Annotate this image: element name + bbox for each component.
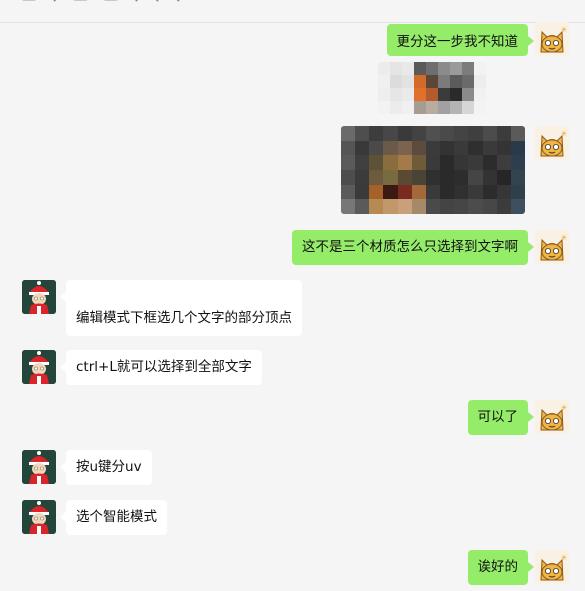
message-bubble-5[interactable]: ctrl+L就可以选择到全部文字 (60, 350, 262, 385)
message-text-9: 诶好的 (477, 559, 519, 575)
message-bubble-6[interactable]: 可以了 (467, 400, 534, 435)
message-text-3: 这不是三个材质怎么只选择到文字啊 (302, 239, 518, 255)
chat-header: 一 · 一 一 · · · (0, 0, 585, 23)
blurred-image-icon (378, 62, 486, 114)
image-message-1[interactable] (378, 62, 486, 114)
my-avatar[interactable]: ✳ (535, 550, 569, 584)
contact-avatar[interactable] (22, 280, 56, 314)
message-bubble-8[interactable]: 选个智能模式 (60, 500, 167, 535)
message-text-5: ctrl+L就可以选择到全部文字 (76, 359, 252, 375)
message-bubble-7[interactable]: 按u键分uv (60, 450, 152, 485)
chat-window: 一 · 一 一 · · · 更分这一步我不知道 ✳ ✳ 这不是三个材质怎么只选择… (0, 0, 585, 591)
cat-avatar-icon: ✳ (535, 22, 569, 56)
contact-avatar[interactable] (22, 450, 56, 484)
contact-avatar[interactable] (22, 500, 56, 534)
message-bubble-9[interactable]: 诶好的 (467, 550, 534, 585)
contact-avatar[interactable] (22, 350, 56, 384)
santa-avatar-icon (22, 280, 56, 314)
my-avatar[interactable]: ✳ (535, 126, 569, 160)
svg-text:✳: ✳ (561, 26, 567, 34)
my-avatar[interactable]: ✳ (535, 230, 569, 264)
chat-title: 一 · 一 一 · · · (22, 0, 187, 9)
image-message-2[interactable] (341, 126, 525, 214)
svg-text:✳: ✳ (561, 404, 567, 412)
santa-avatar-icon (22, 500, 56, 534)
santa-avatar-icon (22, 350, 56, 384)
svg-text:✳: ✳ (561, 234, 567, 242)
blurred-image-icon (341, 126, 525, 214)
message-text-6: 可以了 (477, 409, 519, 425)
message-bubble-0[interactable]: 更分这一步我不知道 (386, 24, 534, 56)
message-text-8: 选个智能模式 (76, 509, 157, 525)
message-text-4: 编辑模式下框选几个文字的部分顶点 (76, 310, 292, 326)
svg-text:✳: ✳ (561, 130, 567, 138)
cat-avatar-icon: ✳ (535, 400, 569, 434)
message-text-7: 按u键分uv (76, 459, 142, 475)
cat-avatar-icon: ✳ (535, 126, 569, 160)
message-bubble-4[interactable]: 编辑模式下框选几个文字的部分顶点 (60, 280, 302, 336)
santa-avatar-icon (22, 450, 56, 484)
message-text-0: 更分这一步我不知道 (396, 34, 519, 50)
cat-avatar-icon: ✳ (535, 230, 569, 264)
my-avatar[interactable]: ✳ (535, 400, 569, 434)
message-bubble-3[interactable]: 这不是三个材质怎么只选择到文字啊 (292, 230, 534, 265)
cat-avatar-icon: ✳ (535, 550, 569, 584)
svg-text:✳: ✳ (561, 554, 567, 562)
my-avatar[interactable]: ✳ (535, 22, 569, 56)
